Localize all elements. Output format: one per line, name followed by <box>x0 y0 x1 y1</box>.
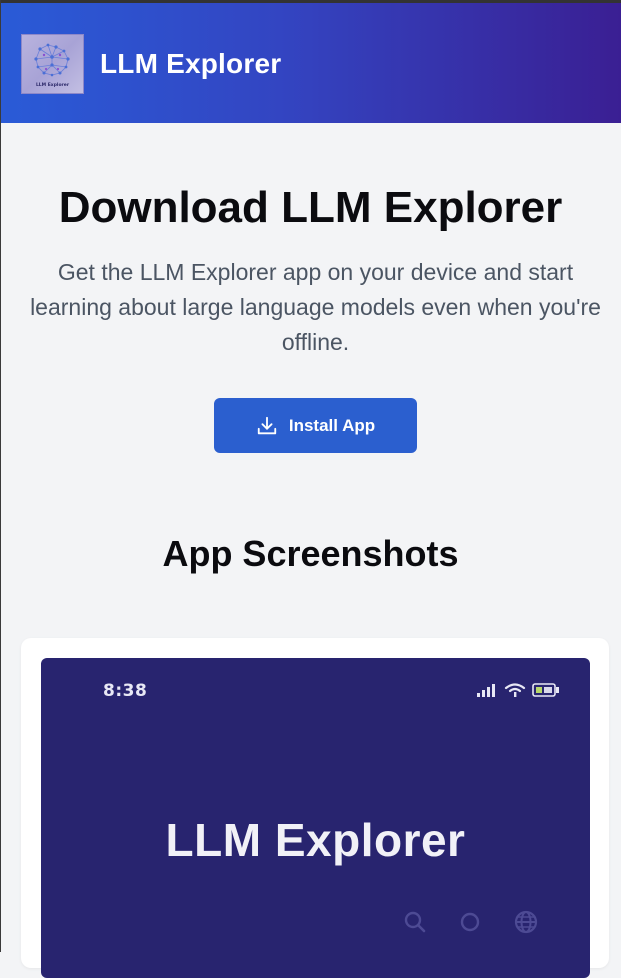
screenshots-section-title: App Screenshots <box>162 533 459 574</box>
page-title: Download LLM Explorer <box>58 183 563 232</box>
search-icon <box>404 911 426 933</box>
page-description: Get the LLM Explorer app on your device … <box>30 259 601 355</box>
globe-icon <box>514 910 538 934</box>
install-app-label: Install App <box>288 415 376 435</box>
wifi-icon <box>504 683 526 697</box>
app-screenshot[interactable]: 8:38 LLM Explorer <box>41 658 590 978</box>
phone-app-name: LLM Explorer <box>165 814 466 866</box>
app-logo[interactable]: LLM Explorer <box>21 34 84 94</box>
phone-status-time: 8:38 <box>103 681 148 701</box>
phone-status-icons <box>476 682 560 698</box>
download-icon <box>257 416 277 434</box>
phone-nav-icons <box>403 909 539 935</box>
app-title[interactable]: LLM Explorer <box>100 48 281 80</box>
signal-icon <box>477 684 495 697</box>
app-header: LLM Explorer LLM Explorer <box>0 0 621 123</box>
install-app-button[interactable]: Install App <box>214 398 417 453</box>
battery-icon <box>532 683 559 697</box>
window-edge <box>0 0 1 952</box>
brain-network-icon: LLM Explorer <box>34 43 70 88</box>
svg-text:LLM Explorer: LLM Explorer <box>36 82 70 88</box>
circle-icon <box>460 912 480 932</box>
